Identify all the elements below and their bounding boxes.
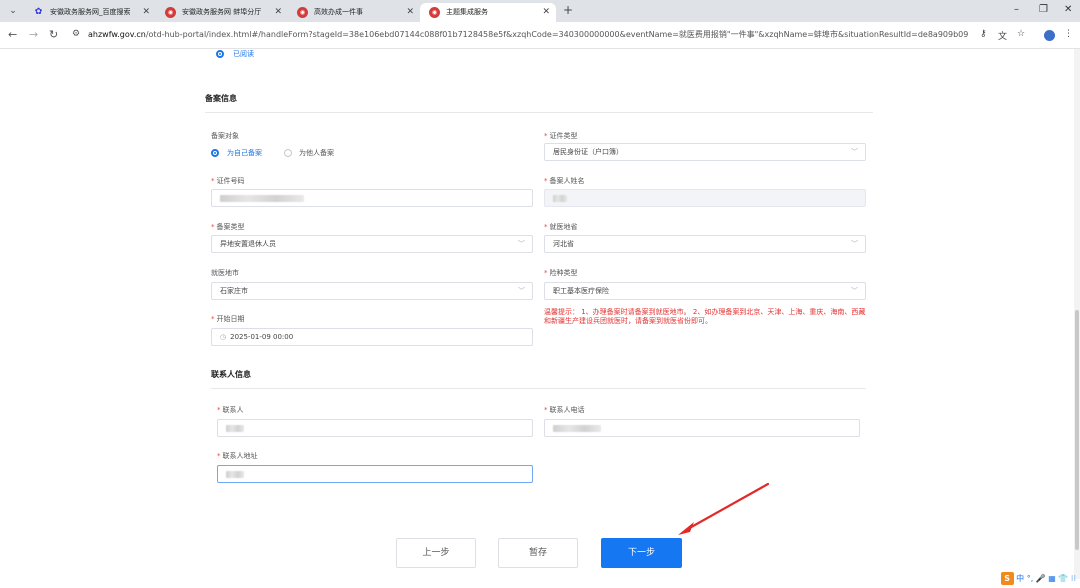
baidu-paw-icon: ✿ xyxy=(34,7,43,17)
ime-toolbar[interactable]: S 中 °, 🎤 ▦ 👕 ⁝⁝ xyxy=(1000,572,1076,586)
city-label: 就医地市 xyxy=(211,269,239,277)
address-bar: ← → ↻ ⚙ ahzwfw.gov.cn/otd-hub-portal/ind… xyxy=(0,22,1080,49)
close-icon[interactable]: ✕ xyxy=(542,3,550,22)
new-tab-icon[interactable]: + xyxy=(563,3,573,17)
chevron-down-icon: ﹀ xyxy=(851,148,858,156)
redacted-value xyxy=(226,470,244,478)
province-value: 河北省 xyxy=(553,240,574,248)
ime-status-icons: 中 °, 🎤 ▦ 👕 ⁝⁝ xyxy=(1016,574,1076,583)
tab-one-thing[interactable]: ◉ 高效办成一件事 ✕ xyxy=(288,3,420,22)
radio-self[interactable] xyxy=(211,149,219,157)
reload-icon[interactable]: ↻ xyxy=(49,28,58,41)
tab-label: 高效办成一件事 xyxy=(314,8,363,16)
insurance-type-label: * 险种类型 xyxy=(544,269,578,277)
tab-label: 主题集成服务 xyxy=(446,8,488,16)
minimize-icon[interactable]: – xyxy=(1014,4,1019,15)
clock-icon: ◷ xyxy=(220,333,227,341)
annotation-arrow-icon xyxy=(678,482,770,535)
read-radio[interactable] xyxy=(216,50,224,58)
profile-avatar-icon[interactable] xyxy=(1044,30,1055,41)
translate-icon[interactable]: 文 xyxy=(998,29,1007,42)
gov-logo-icon: ◉ xyxy=(429,7,440,18)
browser-tab-bar: ⌄ ✿ 安徽政务服务网_百度搜索 ✕ ◉ 安徽政务服务网 蚌埠分厅 ✕ ◉ 高效… xyxy=(0,0,1080,22)
read-label: 已阅读 xyxy=(233,50,254,58)
site-info-icon[interactable]: ⚙ xyxy=(72,29,80,39)
prev-step-button[interactable]: 上一步 xyxy=(396,538,476,568)
tab-baidu-search[interactable]: ✿ 安徽政务服务网_百度搜索 ✕ xyxy=(24,3,156,22)
bookmark-star-icon[interactable]: ☆ xyxy=(1017,29,1025,39)
filer-name-label: * 备案人姓名 xyxy=(544,177,585,185)
sogou-ime-icon[interactable]: S xyxy=(1000,572,1014,585)
id-number-input[interactable] xyxy=(211,189,533,207)
tab-label: 安徽政务服务网 蚌埠分厅 xyxy=(182,8,262,16)
id-type-label: * 证件类型 xyxy=(544,132,578,140)
redacted-value xyxy=(553,194,567,202)
restore-icon[interactable]: ❐ xyxy=(1039,4,1048,15)
id-type-select[interactable]: 居民身份证（户口簿） ﹀ xyxy=(544,143,866,161)
city-select[interactable]: 石家庄市 ﹀ xyxy=(211,282,533,300)
id-type-value: 居民身份证（户口簿） xyxy=(553,148,623,156)
next-step-button[interactable]: 下一步 xyxy=(601,538,682,568)
key-icon[interactable]: ⚷ xyxy=(980,29,987,39)
url-path: /otd-hub-portal/index.html#/handleForm?s… xyxy=(145,30,968,39)
close-icon[interactable]: ✕ xyxy=(274,3,282,22)
url-domain: ahzwfw.gov.cn xyxy=(88,30,146,39)
filing-section-title: 备案信息 xyxy=(205,94,237,103)
redacted-value xyxy=(553,424,601,432)
section-divider xyxy=(211,388,866,389)
warm-tip: 温馨提示： 1、办理备案时请备案到就医地市。 2、如办理备案到北京、天津、上海、… xyxy=(544,308,866,325)
start-date-picker[interactable]: ◷ 2025-01-09 00:00 xyxy=(211,328,533,346)
phone-label: * 联系人电话 xyxy=(544,406,585,414)
gov-logo-icon: ◉ xyxy=(165,7,176,18)
tab-bengbu-hall[interactable]: ◉ 安徽政务服务网 蚌埠分厅 ✕ xyxy=(156,3,288,22)
menu-kebab-icon[interactable]: ⋮ xyxy=(1064,29,1073,39)
back-icon[interactable]: ← xyxy=(8,28,17,41)
url-field[interactable]: ⚙ ahzwfw.gov.cn/otd-hub-portal/index.htm… xyxy=(68,26,1073,45)
province-select[interactable]: 河北省 ﹀ xyxy=(544,235,866,253)
address-input[interactable] xyxy=(217,465,533,483)
tab-theme-service[interactable]: ◉ 主题集成服务 ✕ xyxy=(420,3,556,22)
insurance-type-select[interactable]: 职工基本医疗保险 ﹀ xyxy=(544,282,866,300)
chevron-down-icon: ﹀ xyxy=(518,287,525,295)
radio-other-label[interactable]: 为他人备案 xyxy=(299,148,334,158)
scrollbar-thumb[interactable] xyxy=(1075,310,1079,550)
tab-label: 安徽政务服务网_百度搜索 xyxy=(50,8,131,16)
start-date-value: 2025-01-09 00:00 xyxy=(230,333,294,341)
contact-input[interactable] xyxy=(217,419,533,437)
filer-name-input xyxy=(544,189,866,207)
close-icon[interactable]: ✕ xyxy=(142,3,150,22)
target-label: 备案对象 xyxy=(211,132,239,140)
redacted-value xyxy=(220,194,304,202)
id-number-label: * 证件号码 xyxy=(211,177,245,185)
tab-search-icon[interactable]: ⌄ xyxy=(6,4,20,18)
chevron-down-icon: ﹀ xyxy=(518,240,525,248)
forward-icon[interactable]: → xyxy=(29,28,38,41)
radio-other[interactable] xyxy=(284,149,292,157)
redacted-value xyxy=(226,424,244,432)
radio-self-label[interactable]: 为自己备案 xyxy=(227,148,262,158)
filing-type-label: * 备案类型 xyxy=(211,223,245,231)
filing-type-value: 异地安置退休人员 xyxy=(220,240,276,248)
city-value: 石家庄市 xyxy=(220,287,248,295)
contact-label: * 联系人 xyxy=(217,406,244,414)
close-icon[interactable]: ✕ xyxy=(406,3,414,22)
page-content xyxy=(0,49,1080,588)
chevron-down-icon: ﹀ xyxy=(851,240,858,248)
insurance-type-value: 职工基本医疗保险 xyxy=(553,287,609,295)
filing-type-select[interactable]: 异地安置退休人员 ﹀ xyxy=(211,235,533,253)
window-close-icon[interactable]: ✕ xyxy=(1064,4,1072,15)
contact-section-title: 联系人信息 xyxy=(211,370,251,379)
province-label: * 就医地省 xyxy=(544,223,578,231)
start-date-label: * 开始日期 xyxy=(211,315,245,323)
gov-logo-icon: ◉ xyxy=(297,7,308,18)
phone-input[interactable] xyxy=(544,419,860,437)
section-divider xyxy=(205,112,873,113)
address-label: * 联系人地址 xyxy=(217,452,258,460)
chevron-down-icon: ﹀ xyxy=(851,287,858,295)
save-draft-button[interactable]: 暂存 xyxy=(498,538,578,568)
